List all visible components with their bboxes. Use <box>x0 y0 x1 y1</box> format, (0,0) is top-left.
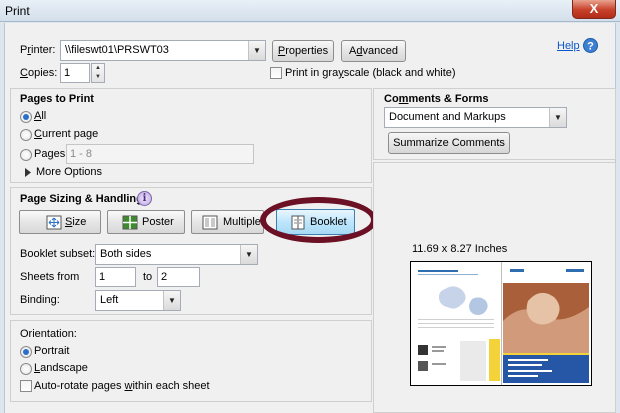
grayscale-checkbox[interactable] <box>270 67 282 79</box>
booklet-subset-label: Booklet subset: <box>20 248 96 260</box>
chevron-up-icon[interactable]: ▲ <box>92 64 104 73</box>
svg-text:?: ? <box>587 41 594 53</box>
current-page-radio[interactable] <box>20 129 32 141</box>
poster-mode-button[interactable]: Poster <box>107 210 185 234</box>
properties-button[interactable]: Properties <box>272 40 334 62</box>
autorotate-label: Auto-rotate pages within each sheet <box>34 380 210 392</box>
copies-input[interactable]: 1 <box>60 63 90 83</box>
grayscale-label: Print in grayscale (black and white) <box>285 67 456 79</box>
binding-label: Binding: <box>20 294 60 306</box>
all-pages-radio[interactable] <box>20 111 32 123</box>
chevron-down-icon: ▼ <box>248 41 265 60</box>
help-icon[interactable]: ? <box>583 38 598 53</box>
advanced-button[interactable]: Advanced <box>341 40 406 62</box>
sheets-to-input[interactable]: 2 <box>157 267 200 287</box>
pages-range-label: Pages <box>34 148 66 160</box>
title-bar: Print X <box>0 0 620 22</box>
landscape-label: Landscape <box>34 362 88 374</box>
printer-label: Printer: <box>20 44 56 56</box>
copies-stepper[interactable]: ▲ ▼ <box>91 63 105 83</box>
sheets-from-input[interactable]: 1 <box>95 267 136 287</box>
multiple-icon <box>202 215 218 230</box>
preview-size-label: 11.69 x 8.27 Inches <box>412 243 508 255</box>
page-sizing-title: Page Sizing & Handling <box>20 193 143 205</box>
printer-select[interactable]: \\fileswt01\PRSWT03 ▼ <box>60 40 266 61</box>
pages-to-print-title: Pages to Print <box>20 93 94 105</box>
binding-select[interactable]: Left ▼ <box>95 290 181 311</box>
multiple-mode-button[interactable]: Multiple <box>191 210 264 234</box>
help-link[interactable]: Help <box>557 40 580 52</box>
close-icon: X <box>589 1 599 16</box>
pages-range-radio[interactable] <box>20 149 32 161</box>
chevron-down-icon[interactable]: ▼ <box>92 73 104 82</box>
comments-forms-select[interactable]: Document and Markups ▼ <box>384 107 567 128</box>
current-page-label: Current page <box>34 128 99 140</box>
autorotate-checkbox[interactable] <box>20 380 32 392</box>
chevron-down-icon: ▼ <box>549 108 566 127</box>
booklet-preview-thumbnail <box>410 261 592 386</box>
portrait-label: Portrait <box>34 345 70 357</box>
all-pages-label: All <box>34 110 47 122</box>
sheets-to-label: to <box>143 271 153 283</box>
copies-label: Copies: <box>20 67 58 79</box>
landscape-radio[interactable] <box>20 363 32 375</box>
highlight-ring <box>260 197 377 243</box>
expand-arrow-icon[interactable] <box>24 168 32 177</box>
comments-forms-title: Comments & Forms <box>384 93 489 105</box>
close-button[interactable]: X <box>572 0 616 19</box>
orientation-title: Orientation: <box>20 328 77 340</box>
chevron-down-icon: ▼ <box>240 245 257 264</box>
window-title: Print <box>5 4 30 18</box>
sheets-from-label: Sheets from <box>20 271 80 283</box>
pages-range-input[interactable]: 1 - 8 <box>66 144 254 164</box>
booklet-subset-select[interactable]: Both sides ▼ <box>95 244 258 265</box>
size-mode-button[interactable]: Size <box>19 210 101 234</box>
chevron-down-icon: ▼ <box>163 291 180 310</box>
printer-value: \\fileswt01\PRSWT03 <box>65 44 169 56</box>
portrait-radio[interactable] <box>20 346 32 358</box>
summarize-comments-button[interactable]: Summarize Comments <box>388 132 510 154</box>
poster-icon <box>122 215 138 230</box>
size-icon <box>46 215 62 230</box>
more-options-link[interactable]: More Options <box>36 166 102 178</box>
info-icon[interactable]: i <box>137 191 152 206</box>
